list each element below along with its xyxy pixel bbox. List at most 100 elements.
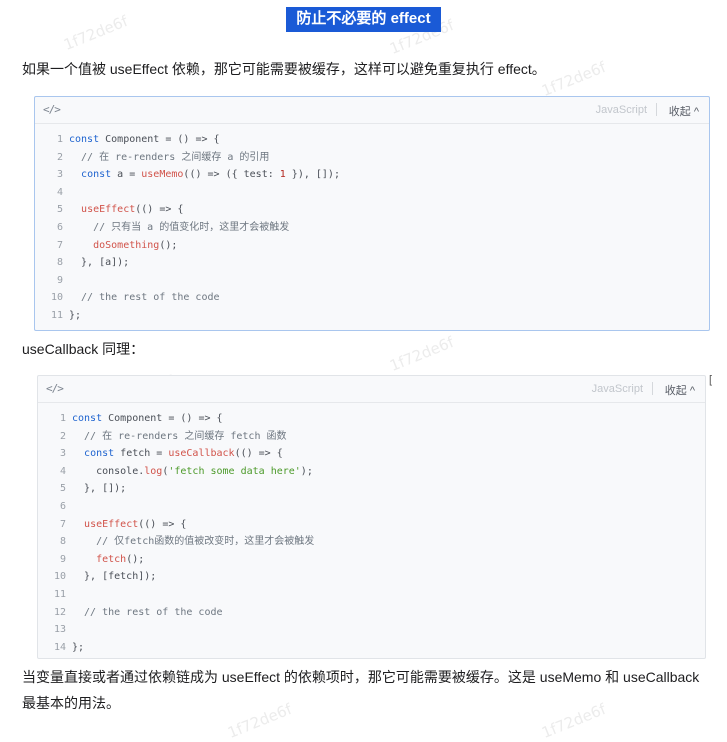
line-number: 10 — [50, 292, 63, 304]
watermark: 1f72de6f — [539, 58, 609, 100]
line-number: 8 — [56, 257, 63, 269]
paragraph-intro: 如果一个值被 useEffect 依赖，那它可能需要被缓存，这样可以避免重复执行… — [22, 61, 546, 77]
line-number: 6 — [56, 221, 63, 233]
line-number: 11 — [53, 588, 66, 600]
code-token: (); — [126, 553, 145, 565]
code-token: a = — [111, 169, 142, 181]
code-line: 10 // the rest of the code — [35, 289, 709, 307]
code-line: 1 const Component = () => { — [35, 131, 709, 149]
code-line: 9 fetch(); — [38, 551, 705, 569]
code-token: doSomething — [93, 239, 160, 251]
code-token: }; — [72, 641, 85, 653]
code-token: }), []); — [285, 169, 340, 181]
code-token: // 只有当 a 的值变化时，这里才会被触发 — [69, 221, 290, 233]
code-icon: </> — [43, 103, 61, 116]
line-number: 7 — [59, 518, 66, 530]
code-token: Component = () => { — [99, 134, 220, 145]
code-token: }, []); — [72, 483, 127, 495]
line-number: 4 — [59, 465, 66, 477]
line-number: 3 — [56, 169, 63, 181]
code-token: useEffect — [84, 518, 139, 530]
code-token: (() => { — [234, 448, 283, 460]
code-body: 1 const Component = () => { 2 // 在 re-rend… — [38, 403, 705, 656]
code-token: log — [144, 465, 163, 477]
code-token: (); — [159, 239, 178, 251]
code-line: 2 // 在 re-renders 之间缓存 fetch 函数 — [38, 428, 705, 446]
code-block-header: </> JavaScript 收起 ^ — [38, 376, 705, 403]
line-number: 14 — [53, 641, 66, 653]
code-token: }; — [69, 309, 82, 321]
line-number: 1 — [59, 413, 66, 424]
section-heading-wrap: 防止不必要的 effect — [0, 7, 727, 32]
watermark: 1f72de6f — [539, 700, 609, 742]
code-line: 7 useEffect(() => { — [38, 516, 705, 534]
line-number: 3 — [59, 448, 66, 460]
code-token: const — [81, 169, 112, 181]
code-token: fetch = — [114, 448, 169, 460]
line-number: 5 — [59, 483, 66, 495]
line-number: 5 — [56, 204, 63, 216]
code-line: 11 — [38, 586, 705, 604]
watermark: 1f72de6f — [225, 700, 295, 742]
stray-bracket: [ — [709, 374, 713, 386]
code-token: 'fetch some data here' — [168, 465, 301, 477]
code-line: 13 — [38, 621, 705, 639]
code-token: // the rest of the code — [72, 606, 223, 618]
header-divider — [652, 382, 653, 395]
code-line: 7 doSomething(); — [35, 237, 709, 255]
line-number: 2 — [56, 151, 63, 163]
line-number: 13 — [53, 624, 66, 636]
code-line: 4 — [35, 184, 709, 202]
code-line: 10 }, [fetch]); — [38, 568, 705, 586]
line-number: 10 — [53, 571, 66, 583]
code-token: // 仅fetch函数的值被改变时，这里才会被触发 — [72, 536, 315, 548]
code-icon: </> — [46, 382, 64, 395]
code-token: }, [a]); — [69, 257, 130, 269]
line-number: 12 — [53, 606, 66, 618]
code-block-usememo: </> JavaScript 收起 ^ 1 const Component = (… — [34, 96, 710, 331]
line-number: 11 — [50, 309, 63, 321]
collapse-button[interactable]: 收起 ^ — [669, 103, 699, 119]
code-token: (() => ({ test: — [183, 169, 280, 181]
watermark: 1f72de6f — [387, 333, 457, 375]
code-language-label: JavaScript — [591, 383, 643, 395]
code-token: console. — [72, 465, 145, 477]
code-block-usecallback: </> JavaScript 收起 ^ 1 const Component = (… — [37, 375, 706, 659]
code-token: }, [fetch]); — [72, 571, 157, 583]
code-line: 12 // the rest of the code — [38, 604, 705, 622]
code-line: 8 }, [a]); — [35, 254, 709, 272]
code-line: 6 — [38, 498, 705, 516]
code-line: 1 const Component = () => { — [38, 410, 705, 428]
line-number: 4 — [56, 186, 63, 198]
code-line: 9 — [35, 272, 709, 290]
code-token: const — [72, 413, 103, 424]
code-line: 8 // 仅fetch函数的值被改变时，这里才会被触发 — [38, 533, 705, 551]
line-number: 7 — [56, 239, 63, 251]
code-token: useMemo — [141, 169, 184, 181]
code-token: useEffect — [81, 204, 136, 216]
line-number: 6 — [59, 500, 66, 512]
collapse-button[interactable]: 收起 ^ — [665, 382, 695, 398]
code-line: 5 }, []); — [38, 480, 705, 498]
line-number: 8 — [59, 536, 66, 548]
code-token: const — [69, 134, 100, 145]
code-token: ); — [300, 465, 313, 477]
paragraph-summary-line1: 当变量直接或者通过依赖链成为 useEffect 的依赖项时，那它可能需要被缓存… — [22, 669, 700, 685]
code-token: (() => { — [138, 518, 187, 530]
code-token: Component = () => { — [102, 413, 223, 424]
code-token: (() => { — [135, 204, 184, 216]
code-line: 11}; — [35, 307, 709, 325]
code-line: 4 console.log('fetch some data here'); — [38, 463, 705, 481]
code-body: 1 const Component = () => {2 // 在 re-rend… — [35, 124, 709, 325]
paragraph-summary-line2: 最基本的用法。 — [22, 695, 120, 711]
section-heading: 防止不必要的 effect — [286, 7, 441, 32]
code-line: 14}; — [38, 639, 705, 657]
header-divider — [656, 103, 657, 116]
code-token: const — [84, 448, 115, 460]
code-language-label: JavaScript — [595, 104, 647, 116]
code-line: 6 // 只有当 a 的值变化时，这里才会被触发 — [35, 219, 709, 237]
